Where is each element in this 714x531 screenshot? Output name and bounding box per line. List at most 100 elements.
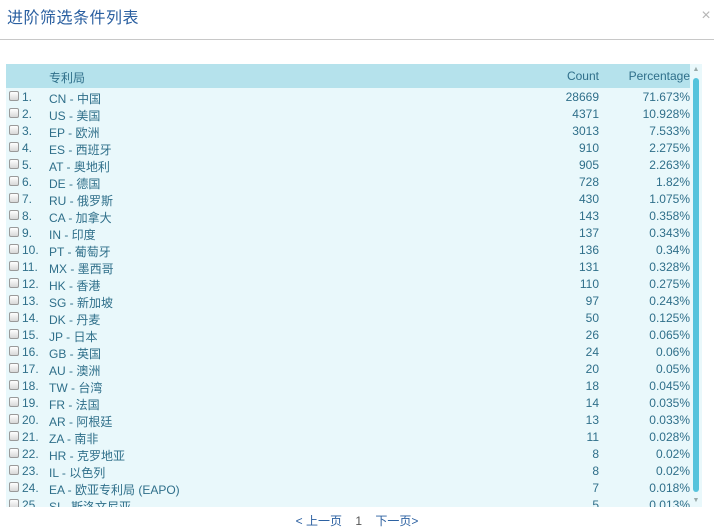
row-country: PT - 葡萄牙 bbox=[49, 245, 111, 259]
row-percentage: 0.243% bbox=[649, 294, 690, 308]
row-checkbox[interactable] bbox=[9, 431, 19, 441]
table-row[interactable]: 18. TW - 台湾 18 0.045% bbox=[6, 378, 690, 395]
table-row[interactable]: 3. EP - 欧洲 3013 7.533% bbox=[6, 123, 690, 140]
row-checkbox[interactable] bbox=[9, 108, 19, 118]
column-header-bureau[interactable]: 专利局 bbox=[49, 69, 85, 86]
column-header-count[interactable]: Count bbox=[567, 69, 599, 83]
row-country: RU - 俄罗斯 bbox=[49, 194, 113, 208]
table-row[interactable]: 2. US - 美国 4371 10.928% bbox=[6, 106, 690, 123]
row-checkbox[interactable] bbox=[9, 295, 19, 305]
next-page-link[interactable]: 下一页> bbox=[375, 514, 418, 528]
table-row[interactable]: 13. SG - 新加坡 97 0.243% bbox=[6, 293, 690, 310]
row-checkbox[interactable] bbox=[9, 142, 19, 152]
row-checkbox[interactable] bbox=[9, 414, 19, 424]
table-row[interactable]: 11. MX - 墨西哥 131 0.328% bbox=[6, 259, 690, 276]
table-row[interactable]: 12. HK - 香港 110 0.275% bbox=[6, 276, 690, 293]
row-checkbox[interactable] bbox=[9, 482, 19, 492]
row-country: DE - 德国 bbox=[49, 177, 101, 191]
row-count: 4371 bbox=[572, 107, 599, 121]
row-percentage: 0.02% bbox=[655, 447, 690, 461]
table-row[interactable]: 17. AU - 澳洲 20 0.05% bbox=[6, 361, 690, 378]
row-country: HR - 克罗地亚 bbox=[49, 449, 125, 463]
row-count: 110 bbox=[579, 277, 599, 291]
table-row[interactable]: 8. CA - 加拿大 143 0.358% bbox=[6, 208, 690, 225]
row-count: 11 bbox=[586, 430, 599, 444]
table-row[interactable]: 7. RU - 俄罗斯 430 1.075% bbox=[6, 191, 690, 208]
row-count: 97 bbox=[585, 294, 599, 308]
row-country: MX - 墨西哥 bbox=[49, 262, 114, 276]
table-row[interactable]: 20. AR - 阿根廷 13 0.033% bbox=[6, 412, 690, 429]
row-number: 18. bbox=[22, 379, 39, 393]
row-checkbox[interactable] bbox=[9, 448, 19, 458]
row-percentage: 1.075% bbox=[649, 192, 690, 206]
table-row[interactable]: 4. ES - 西班牙 910 2.275% bbox=[6, 140, 690, 157]
row-count: 24 bbox=[585, 345, 599, 359]
row-number: 4. bbox=[22, 141, 33, 155]
prev-page-link[interactable]: < 上一页 bbox=[296, 514, 342, 528]
scroll-up-arrow-icon[interactable]: ▲ bbox=[692, 66, 700, 74]
table-row[interactable]: 6. DE - 德国 728 1.82% bbox=[6, 174, 690, 191]
row-checkbox[interactable] bbox=[9, 278, 19, 288]
filter-table: 专利局 Count Percentage 1. CN - 中国 28669 71.67… bbox=[6, 64, 702, 507]
table-row[interactable]: 5. AT - 奥地利 905 2.263% bbox=[6, 157, 690, 174]
table-row[interactable]: 19. FR - 法国 14 0.035% bbox=[6, 395, 690, 412]
scroll-thumb[interactable] bbox=[693, 78, 699, 492]
row-count: 14 bbox=[585, 396, 599, 410]
table-row[interactable]: 1. CN - 中国 28669 71.673% bbox=[6, 89, 690, 106]
row-count: 910 bbox=[578, 141, 599, 155]
row-checkbox[interactable] bbox=[9, 363, 19, 373]
table-row[interactable]: 14. DK - 丹麦 50 0.125% bbox=[6, 310, 690, 327]
row-checkbox[interactable] bbox=[9, 244, 19, 254]
row-number: 2. bbox=[22, 107, 33, 121]
row-number: 15. bbox=[22, 328, 39, 342]
current-page-number[interactable]: 1 bbox=[355, 514, 362, 528]
row-count: 3013 bbox=[572, 124, 599, 138]
row-checkbox[interactable] bbox=[9, 125, 19, 135]
table-row[interactable]: 24. EA - 欧亚专利局 (EAPO) 7 0.018% bbox=[6, 480, 690, 497]
row-country: AR - 阿根廷 bbox=[49, 415, 113, 429]
table-row[interactable]: 10. PT - 葡萄牙 136 0.34% bbox=[6, 242, 690, 259]
row-checkbox[interactable] bbox=[9, 193, 19, 203]
row-checkbox[interactable] bbox=[9, 159, 19, 169]
row-percentage: 0.028% bbox=[649, 430, 690, 444]
row-checkbox[interactable] bbox=[9, 397, 19, 407]
row-number: 23. bbox=[22, 464, 39, 478]
vertical-scrollbar[interactable]: ▲ ▼ bbox=[690, 64, 702, 507]
row-percentage: 0.02% bbox=[655, 464, 690, 478]
row-checkbox[interactable] bbox=[9, 499, 19, 507]
row-checkbox[interactable] bbox=[9, 380, 19, 390]
row-checkbox[interactable] bbox=[9, 465, 19, 475]
row-country: DK - 丹麦 bbox=[49, 313, 101, 327]
row-checkbox[interactable] bbox=[9, 261, 19, 271]
close-icon[interactable]: × bbox=[698, 6, 714, 26]
row-checkbox[interactable] bbox=[9, 227, 19, 237]
scroll-down-arrow-icon[interactable]: ▼ bbox=[692, 497, 700, 505]
row-percentage: 0.34% bbox=[655, 243, 690, 257]
table-row[interactable]: 15. JP - 日本 26 0.065% bbox=[6, 327, 690, 344]
table-row[interactable]: 23. IL - 以色列 8 0.02% bbox=[6, 463, 690, 480]
table-row[interactable]: 16. GB - 英国 24 0.06% bbox=[6, 344, 690, 361]
row-checkbox[interactable] bbox=[9, 329, 19, 339]
table-row[interactable]: 21. ZA - 南非 11 0.028% bbox=[6, 429, 690, 446]
row-country: ZA - 南非 bbox=[49, 432, 99, 446]
row-number: 14. bbox=[22, 311, 39, 325]
row-country: FR - 法国 bbox=[49, 398, 100, 412]
row-count: 50 bbox=[585, 311, 599, 325]
row-percentage: 7.533% bbox=[649, 124, 690, 138]
row-checkbox[interactable] bbox=[9, 312, 19, 322]
table-row[interactable]: 9. IN - 印度 137 0.343% bbox=[6, 225, 690, 242]
row-checkbox[interactable] bbox=[9, 91, 19, 101]
row-country: AU - 澳洲 bbox=[49, 364, 101, 378]
row-checkbox[interactable] bbox=[9, 176, 19, 186]
table-row[interactable]: 22. HR - 克罗地亚 8 0.02% bbox=[6, 446, 690, 463]
row-country: EP - 欧洲 bbox=[49, 126, 100, 140]
row-count: 28669 bbox=[565, 90, 599, 104]
row-count: 430 bbox=[578, 192, 599, 206]
column-header-percentage[interactable]: Percentage bbox=[629, 69, 690, 83]
table-row[interactable]: 25. SI - 斯洛文尼亚 5 0.013% bbox=[6, 497, 690, 507]
row-percentage: 0.035% bbox=[649, 396, 690, 410]
row-percentage: 0.013% bbox=[649, 498, 690, 507]
row-percentage: 1.82% bbox=[655, 175, 690, 189]
row-checkbox[interactable] bbox=[9, 210, 19, 220]
row-checkbox[interactable] bbox=[9, 346, 19, 356]
